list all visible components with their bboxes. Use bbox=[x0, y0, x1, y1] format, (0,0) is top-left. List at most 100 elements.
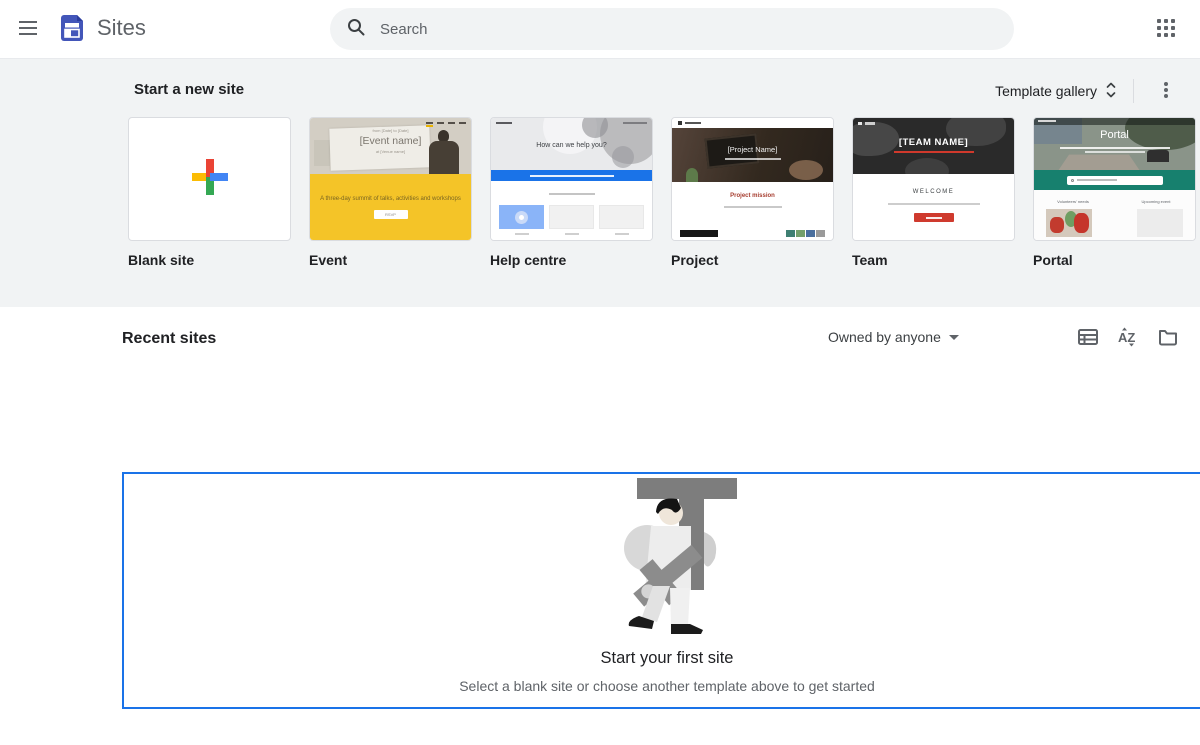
mini-tagline: A three-day summit of talks, activities … bbox=[310, 196, 471, 202]
az-sort-icon: AZ bbox=[1117, 326, 1139, 351]
photo-blob bbox=[612, 146, 634, 168]
mini-section-heading: WELCOME bbox=[853, 174, 1014, 195]
plant-shape bbox=[686, 168, 698, 182]
hand-shape bbox=[789, 160, 823, 180]
template-gallery-label: Template gallery bbox=[995, 83, 1097, 99]
text-placeholder-bar bbox=[615, 233, 629, 235]
mini-heading: How can we help you? bbox=[491, 142, 652, 149]
mini-nav-placeholder bbox=[623, 122, 647, 124]
template-card-event[interactable]: from [Date] to [Date] [Event name] at [V… bbox=[309, 117, 472, 268]
sort-by-name-button[interactable]: AZ bbox=[1108, 321, 1148, 355]
event-hero-photo: from [Date] to [Date] [Event name] at [V… bbox=[310, 118, 471, 174]
empty-state-title: Start your first site bbox=[601, 649, 734, 668]
new-site-section: Start a new site Template gallery bbox=[0, 58, 1200, 307]
mini-heading: [Project Name] bbox=[672, 145, 833, 154]
apps-grid-icon bbox=[1157, 19, 1175, 40]
project-thumbnail: [Project Name] Project mission bbox=[671, 117, 834, 241]
people-shape bbox=[1147, 150, 1169, 162]
portal-hero-photo: Portal bbox=[1034, 118, 1195, 170]
empty-state-panel: Start your first site Select a blank sit… bbox=[122, 472, 1200, 709]
text-placeholder-bar bbox=[1077, 179, 1117, 181]
portal-thumbnail: Portal Volunteers' needs Upcoming event bbox=[1033, 117, 1196, 241]
card-label: Help centre bbox=[490, 252, 653, 268]
project-hero-photo: [Project Name] bbox=[672, 128, 833, 182]
template-card-team[interactable]: [TEAM NAME] WELCOME Team bbox=[852, 117, 1015, 268]
mini-nav-placeholder bbox=[426, 122, 466, 124]
topic-card bbox=[549, 205, 594, 229]
text-placeholder-bar bbox=[1038, 120, 1056, 122]
mini-heading: Portal bbox=[1034, 129, 1195, 141]
text-placeholder-bar bbox=[724, 206, 782, 208]
owner-filter-dropdown[interactable]: Owned by anyone bbox=[824, 323, 963, 351]
mini-nav-placeholder bbox=[496, 122, 512, 124]
blank-site-thumbnail bbox=[128, 117, 291, 241]
template-card-portal[interactable]: Portal Volunteers' needs Upcoming event … bbox=[1033, 117, 1196, 268]
mini-menu-icon bbox=[858, 122, 862, 125]
mini-date-line: from [Date] to [Date] bbox=[310, 128, 471, 133]
svg-text:AZ: AZ bbox=[1118, 330, 1135, 345]
caret-down-icon bbox=[949, 335, 959, 340]
main-menu-button[interactable] bbox=[8, 9, 48, 49]
text-placeholder-bar bbox=[926, 217, 942, 219]
folder-icon bbox=[1158, 327, 1178, 350]
search-bar[interactable] bbox=[330, 8, 1014, 50]
gallery-controls: Template gallery bbox=[989, 71, 1186, 111]
card-label: Portal bbox=[1033, 252, 1196, 268]
mini-nav-bar bbox=[1034, 118, 1195, 125]
template-cards-row: Blank site from [Date] to [Date] [Event … bbox=[128, 117, 1196, 268]
kebab-icon bbox=[1164, 82, 1168, 101]
mini-red-button bbox=[914, 213, 954, 222]
text-placeholder-bar bbox=[725, 158, 781, 160]
help-centre-thumbnail: How can we help you? bbox=[490, 117, 653, 241]
topic-icon bbox=[515, 211, 528, 224]
card-label: Project bbox=[671, 252, 834, 268]
text-placeholder-bar bbox=[685, 122, 701, 124]
team-thumbnail: [TEAM NAME] WELCOME bbox=[852, 117, 1015, 241]
mini-section-heading: Project mission bbox=[672, 193, 833, 199]
search-icon bbox=[346, 17, 366, 42]
mini-logo bbox=[678, 121, 682, 125]
sites-logo-icon bbox=[57, 13, 87, 43]
team-hero: [TEAM NAME] bbox=[853, 118, 1014, 174]
mini-venue-line: at [Venue name] bbox=[310, 149, 471, 154]
event-yellow-band: A three-day summit of talks, activities … bbox=[310, 174, 471, 241]
mini-column-label: Volunteers' needs bbox=[1048, 199, 1098, 204]
view-controls: AZ bbox=[1068, 321, 1188, 355]
image-placeholder bbox=[680, 230, 718, 237]
image-placeholder bbox=[1046, 209, 1092, 237]
folders-button[interactable] bbox=[1148, 321, 1188, 355]
map-shape bbox=[905, 158, 949, 174]
carrying-letter-illustration bbox=[587, 474, 747, 641]
google-apps-button[interactable] bbox=[1146, 9, 1186, 49]
mini-nav-bar bbox=[672, 118, 833, 128]
card-label: Blank site bbox=[128, 252, 291, 268]
hamburger-icon bbox=[19, 21, 37, 38]
search-input[interactable] bbox=[380, 21, 940, 38]
template-card-blank-site[interactable]: Blank site bbox=[128, 117, 291, 268]
unfold-more-icon bbox=[1105, 81, 1117, 102]
vertical-divider bbox=[1133, 79, 1134, 103]
help-hero-photo: How can we help you? bbox=[491, 118, 652, 170]
topic-card bbox=[599, 205, 644, 229]
mini-rsvp-button: RSVP bbox=[374, 210, 408, 219]
text-placeholder-bar bbox=[549, 193, 595, 195]
text-placeholder-bar bbox=[865, 122, 875, 125]
template-card-help-centre[interactable]: How can we help you? Help centre bbox=[490, 117, 653, 268]
template-card-project[interactable]: [Project Name] Project mission Project bbox=[671, 117, 834, 268]
text-placeholder-bar bbox=[515, 233, 529, 235]
help-body bbox=[491, 181, 652, 240]
mini-heading: [TEAM NAME] bbox=[853, 137, 1014, 148]
list-view-button[interactable] bbox=[1068, 321, 1108, 355]
card-label: Event bbox=[309, 252, 472, 268]
image-placeholder bbox=[1137, 209, 1183, 237]
template-gallery-button[interactable]: Template gallery bbox=[989, 73, 1123, 110]
portal-search-band bbox=[1034, 170, 1195, 190]
text-placeholder-bar bbox=[1060, 147, 1170, 149]
more-options-button[interactable] bbox=[1146, 71, 1186, 111]
list-view-icon bbox=[1078, 327, 1098, 350]
project-body: Project mission bbox=[672, 182, 833, 240]
owner-filter-label: Owned by anyone bbox=[828, 329, 941, 345]
event-thumbnail: from [Date] to [Date] [Event name] at [V… bbox=[309, 117, 472, 241]
portal-body: Volunteers' needs Upcoming event bbox=[1034, 190, 1195, 240]
section-title: Start a new site bbox=[134, 81, 244, 98]
